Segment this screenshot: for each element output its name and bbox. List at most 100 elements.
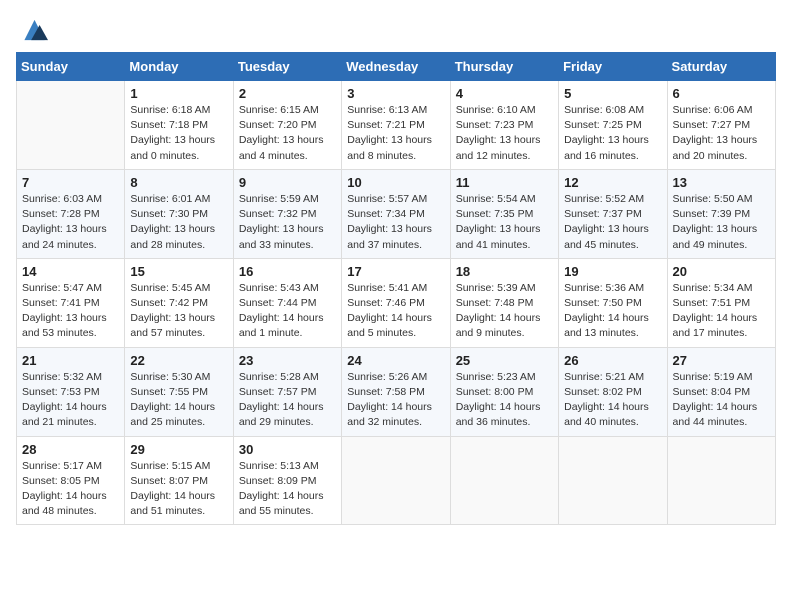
day-number: 21 (22, 353, 119, 368)
day-number: 11 (456, 175, 553, 190)
day-info: Sunrise: 5:23 AM Sunset: 8:00 PM Dayligh… (456, 370, 553, 431)
day-number: 27 (673, 353, 770, 368)
calendar-cell: 18 Sunrise: 5:39 AM Sunset: 7:48 PM Dayli… (450, 258, 558, 347)
day-info: Sunrise: 5:13 AM Sunset: 8:09 PM Dayligh… (239, 459, 336, 520)
day-number: 13 (673, 175, 770, 190)
day-number: 4 (456, 86, 553, 101)
day-number: 5 (564, 86, 661, 101)
calendar-cell: 24Sunrise: 5:26 AM Sunset: 7:58 PM Dayli… (342, 347, 450, 436)
calendar-cell: 20 Sunrise: 5:34 AM Sunset: 7:51 PM Dayli… (667, 258, 775, 347)
calendar-cell: 6 Sunrise: 6:06 AM Sunset: 7:27 PM Daylig… (667, 81, 775, 170)
calendar-cell: 9 Sunrise: 5:59 AM Sunset: 7:32 PM Daylig… (233, 169, 341, 258)
day-number: 17 (347, 264, 444, 279)
day-info: Sunrise: 5:15 AM Sunset: 8:07 PM Dayligh… (130, 459, 227, 520)
day-number: 9 (239, 175, 336, 190)
calendar-cell: 27 Sunrise: 5:19 AM Sunset: 8:04 PM Dayli… (667, 347, 775, 436)
day-number: 28 (22, 442, 119, 457)
day-info: Sunrise: 5:57 AM Sunset: 7:34 PM Dayligh… (347, 192, 444, 253)
day-info: Sunrise: 6:01 AM Sunset: 7:30 PM Dayligh… (130, 192, 227, 253)
weekday-header: Monday (125, 53, 233, 81)
day-info: Sunrise: 6:08 AM Sunset: 7:25 PM Dayligh… (564, 103, 661, 164)
weekday-header: Wednesday (342, 53, 450, 81)
day-info: Sunrise: 5:45 AM Sunset: 7:42 PM Dayligh… (130, 281, 227, 342)
day-info: Sunrise: 5:32 AM Sunset: 7:53 PM Dayligh… (22, 370, 119, 431)
day-info: Sunrise: 5:52 AM Sunset: 7:37 PM Dayligh… (564, 192, 661, 253)
day-number: 12 (564, 175, 661, 190)
day-info: Sunrise: 5:39 AM Sunset: 7:48 PM Dayligh… (456, 281, 553, 342)
weekday-header: Thursday (450, 53, 558, 81)
calendar-cell: 19 Sunrise: 5:36 AM Sunset: 7:50 PM Dayli… (559, 258, 667, 347)
calendar-table: SundayMondayTuesdayWednesdayThursdayFrid… (16, 52, 776, 525)
weekday-header: Tuesday (233, 53, 341, 81)
day-info: Sunrise: 5:19 AM Sunset: 8:04 PM Dayligh… (673, 370, 770, 431)
day-number: 23 (239, 353, 336, 368)
calendar-cell: 28 Sunrise: 5:17 AM Sunset: 8:05 PM Dayli… (17, 436, 125, 525)
weekday-header: Friday (559, 53, 667, 81)
calendar-cell: 22 Sunrise: 5:30 AM Sunset: 7:55 PM Dayli… (125, 347, 233, 436)
day-info: Sunrise: 5:21 AM Sunset: 8:02 PM Dayligh… (564, 370, 661, 431)
calendar-cell: 15 Sunrise: 5:45 AM Sunset: 7:42 PM Dayli… (125, 258, 233, 347)
day-number: 8 (130, 175, 227, 190)
day-number: 15 (130, 264, 227, 279)
calendar-cell (559, 436, 667, 525)
logo-icon (16, 16, 48, 44)
calendar-cell: 29 Sunrise: 5:15 AM Sunset: 8:07 PM Dayli… (125, 436, 233, 525)
day-info: Sunrise: 5:17 AM Sunset: 8:05 PM Dayligh… (22, 459, 119, 520)
calendar-cell (342, 436, 450, 525)
day-info: Sunrise: 5:36 AM Sunset: 7:50 PM Dayligh… (564, 281, 661, 342)
day-info: Sunrise: 6:15 AM Sunset: 7:20 PM Dayligh… (239, 103, 336, 164)
day-number: 24 (347, 353, 444, 368)
calendar-cell: 21 Sunrise: 5:32 AM Sunset: 7:53 PM Dayli… (17, 347, 125, 436)
calendar-cell: 14 Sunrise: 5:47 AM Sunset: 7:41 PM Dayli… (17, 258, 125, 347)
day-number: 29 (130, 442, 227, 457)
day-info: Sunrise: 5:50 AM Sunset: 7:39 PM Dayligh… (673, 192, 770, 253)
day-info: Sunrise: 5:54 AM Sunset: 7:35 PM Dayligh… (456, 192, 553, 253)
page-header (16, 16, 776, 44)
calendar-cell: 5 Sunrise: 6:08 AM Sunset: 7:25 PM Daylig… (559, 81, 667, 170)
day-info: Sunrise: 5:41 AM Sunset: 7:46 PM Dayligh… (347, 281, 444, 342)
calendar-cell: 12 Sunrise: 5:52 AM Sunset: 7:37 PM Dayli… (559, 169, 667, 258)
calendar-cell: 8 Sunrise: 6:01 AM Sunset: 7:30 PM Daylig… (125, 169, 233, 258)
day-number: 6 (673, 86, 770, 101)
day-info: Sunrise: 5:59 AM Sunset: 7:32 PM Dayligh… (239, 192, 336, 253)
day-info: Sunrise: 5:34 AM Sunset: 7:51 PM Dayligh… (673, 281, 770, 342)
calendar-cell: 30 Sunrise: 5:13 AM Sunset: 8:09 PM Dayli… (233, 436, 341, 525)
day-info: Sunrise: 5:28 AM Sunset: 7:57 PM Dayligh… (239, 370, 336, 431)
day-info: Sunrise: 6:06 AM Sunset: 7:27 PM Dayligh… (673, 103, 770, 164)
calendar-cell (667, 436, 775, 525)
day-number: 10 (347, 175, 444, 190)
day-number: 1 (130, 86, 227, 101)
calendar-cell: 10 Sunrise: 5:57 AM Sunset: 7:34 PM Dayli… (342, 169, 450, 258)
day-info: Sunrise: 6:13 AM Sunset: 7:21 PM Dayligh… (347, 103, 444, 164)
day-info: Sunrise: 5:47 AM Sunset: 7:41 PM Dayligh… (22, 281, 119, 342)
day-number: 26 (564, 353, 661, 368)
day-info: Sunrise: 5:30 AM Sunset: 7:55 PM Dayligh… (130, 370, 227, 431)
calendar-cell (450, 436, 558, 525)
day-number: 20 (673, 264, 770, 279)
day-info: Sunrise: 6:18 AM Sunset: 7:18 PM Dayligh… (130, 103, 227, 164)
calendar-cell: 1 Sunrise: 6:18 AM Sunset: 7:18 PM Daylig… (125, 81, 233, 170)
day-number: 14 (22, 264, 119, 279)
calendar-cell: 16 Sunrise: 5:43 AM Sunset: 7:44 PM Dayli… (233, 258, 341, 347)
logo (16, 16, 50, 44)
weekday-header: Saturday (667, 53, 775, 81)
day-number: 2 (239, 86, 336, 101)
day-number: 22 (130, 353, 227, 368)
day-number: 7 (22, 175, 119, 190)
calendar-cell: 4 Sunrise: 6:10 AM Sunset: 7:23 PM Daylig… (450, 81, 558, 170)
day-number: 19 (564, 264, 661, 279)
weekday-header: Sunday (17, 53, 125, 81)
day-info: Sunrise: 6:10 AM Sunset: 7:23 PM Dayligh… (456, 103, 553, 164)
calendar-cell: 11 Sunrise: 5:54 AM Sunset: 7:35 PM Dayli… (450, 169, 558, 258)
day-number: 18 (456, 264, 553, 279)
day-number: 30 (239, 442, 336, 457)
day-number: 25 (456, 353, 553, 368)
calendar-cell: 3Sunrise: 6:13 AM Sunset: 7:21 PM Daylig… (342, 81, 450, 170)
calendar-cell: 25 Sunrise: 5:23 AM Sunset: 8:00 PM Dayli… (450, 347, 558, 436)
day-info: Sunrise: 5:43 AM Sunset: 7:44 PM Dayligh… (239, 281, 336, 342)
calendar-cell: 17 Sunrise: 5:41 AM Sunset: 7:46 PM Dayli… (342, 258, 450, 347)
day-number: 16 (239, 264, 336, 279)
calendar-cell (17, 81, 125, 170)
day-info: Sunrise: 6:03 AM Sunset: 7:28 PM Dayligh… (22, 192, 119, 253)
calendar-cell: 26 Sunrise: 5:21 AM Sunset: 8:02 PM Dayli… (559, 347, 667, 436)
